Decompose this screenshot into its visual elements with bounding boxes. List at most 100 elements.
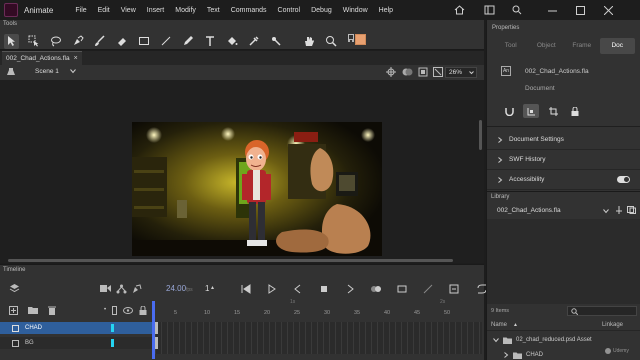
maximize-icon[interactable] xyxy=(572,3,588,17)
edit-multiple-frames-icon[interactable] xyxy=(132,284,142,294)
edit-frames-icon[interactable] xyxy=(396,283,408,295)
menu-view[interactable]: View xyxy=(121,7,136,14)
brush-tool-icon[interactable] xyxy=(92,34,107,49)
highlight-dot-icon[interactable]: • xyxy=(104,307,106,313)
chevron-right-icon[interactable] xyxy=(497,136,503,143)
layer-row[interactable]: CHAD xyxy=(0,322,152,334)
tab-doc[interactable]: Doc xyxy=(599,38,635,54)
library-search[interactable] xyxy=(567,306,637,316)
library-column-linkage[interactable]: Linkage xyxy=(602,322,623,328)
tab-tool[interactable]: Tool xyxy=(493,38,529,54)
camera-tool-icon[interactable] xyxy=(100,284,111,293)
new-layer-icon[interactable] xyxy=(9,305,18,315)
paint-bucket-tool-icon[interactable] xyxy=(224,34,239,49)
chevron-right-icon[interactable] xyxy=(497,176,503,183)
chevron-down-icon[interactable] xyxy=(70,68,76,74)
insert-keyframe-icon[interactable] xyxy=(266,283,278,295)
close-icon[interactable] xyxy=(600,3,616,17)
menu-window[interactable]: Window xyxy=(343,7,368,14)
stage-vertical-scrollbar[interactable] xyxy=(479,120,482,150)
chevron-down-icon[interactable] xyxy=(493,337,499,343)
eye-icon[interactable] xyxy=(123,306,134,314)
new-folder-icon[interactable] xyxy=(28,306,38,314)
layer-parenting-icon[interactable] xyxy=(116,284,127,294)
step-back-icon[interactable] xyxy=(292,283,304,295)
search-help-icon[interactable] xyxy=(510,3,524,17)
subselection-tool-icon[interactable] xyxy=(26,34,41,49)
camera-icon[interactable] xyxy=(402,67,413,77)
eraser-tool-icon[interactable] xyxy=(114,34,129,49)
text-tool-icon[interactable] xyxy=(202,34,217,49)
sort-up-icon[interactable]: ▲ xyxy=(513,322,518,328)
stroke-fill-swatch[interactable] xyxy=(346,31,368,49)
pin-icon[interactable] xyxy=(615,206,623,214)
chevron-right-icon[interactable] xyxy=(503,352,509,358)
stroke-color-icon[interactable] xyxy=(348,34,354,40)
delete-layer-icon[interactable] xyxy=(48,306,56,315)
center-stage-icon[interactable] xyxy=(386,67,396,77)
menu-insert[interactable]: Insert xyxy=(147,7,165,14)
magnet-icon[interactable] xyxy=(501,104,517,118)
menu-help[interactable]: Help xyxy=(379,7,393,14)
menu-debug[interactable]: Debug xyxy=(311,7,332,14)
accessibility-toggle[interactable] xyxy=(617,176,630,183)
menu-control[interactable]: Control xyxy=(278,7,301,14)
outline-toggle-icon[interactable] xyxy=(112,305,118,315)
tab-frame[interactable]: Frame xyxy=(564,38,600,54)
tab-object[interactable]: Object xyxy=(529,38,565,54)
onion-skin-icon[interactable] xyxy=(370,283,382,295)
zoom-field[interactable]: 26% xyxy=(445,67,477,78)
home-icon[interactable] xyxy=(452,3,466,17)
stage-horizontal-scrollbar[interactable] xyxy=(8,259,453,262)
lock-icon[interactable] xyxy=(139,305,147,315)
eyedropper-tool-icon[interactable] xyxy=(246,34,261,49)
new-library-panel-icon[interactable] xyxy=(627,206,636,214)
line-tool-icon[interactable] xyxy=(158,34,173,49)
stop-icon[interactable] xyxy=(318,283,330,295)
workspace-layout-icon[interactable] xyxy=(482,3,496,17)
selection-tool-icon[interactable] xyxy=(4,33,19,49)
current-frame[interactable]: 1 xyxy=(205,284,209,293)
frames-area[interactable] xyxy=(155,322,482,354)
keyframe[interactable] xyxy=(155,337,158,349)
crop-icon[interactable] xyxy=(545,104,561,118)
bone-tool-icon[interactable] xyxy=(268,34,283,49)
menu-edit[interactable]: Edit xyxy=(98,7,110,14)
keyframe[interactable] xyxy=(155,322,158,334)
fit-stage-icon[interactable] xyxy=(433,67,443,77)
fill-color-swatch[interactable] xyxy=(355,34,366,45)
document-tab[interactable]: 002_Chad_Actions.fla × xyxy=(2,51,82,65)
menu-modify[interactable]: Modify xyxy=(175,7,196,14)
lasso-tool-icon[interactable] xyxy=(48,34,63,49)
insert-frame-icon[interactable] xyxy=(448,283,460,295)
section-swf-history[interactable]: SWF History xyxy=(487,150,640,170)
menu-text[interactable]: Text xyxy=(207,7,220,14)
chevron-down-icon[interactable] xyxy=(603,208,609,214)
stage-canvas[interactable] xyxy=(132,122,382,256)
pen-tool-icon[interactable] xyxy=(70,34,85,49)
snap-to-pixel-icon[interactable] xyxy=(523,104,539,118)
rectangle-tool-icon[interactable] xyxy=(136,34,151,49)
library-file-select[interactable]: 002_Chad_Actions.fla xyxy=(493,205,609,216)
zoom-tool-icon[interactable] xyxy=(323,34,338,49)
clip-content-icon[interactable] xyxy=(418,67,428,77)
pencil-tool-icon[interactable] xyxy=(180,34,195,49)
lock-icon[interactable] xyxy=(567,104,583,118)
hand-tool-icon[interactable] xyxy=(301,34,316,49)
library-item[interactable]: 02_chad_reduced.psd Asset xyxy=(487,334,640,346)
tween-icon[interactable] xyxy=(422,283,434,295)
chevron-right-icon[interactable] xyxy=(497,156,503,163)
layer-row[interactable]: BG xyxy=(0,337,152,349)
section-document-settings[interactable]: Document Settings xyxy=(487,130,640,150)
close-tab-icon[interactable]: × xyxy=(74,55,78,62)
menu-file[interactable]: File xyxy=(75,7,86,14)
menu-commands[interactable]: Commands xyxy=(231,7,267,14)
minimize-icon[interactable] xyxy=(544,3,560,17)
frame-stepper-icon[interactable]: ▴ xyxy=(211,284,214,291)
step-forward-icon[interactable] xyxy=(344,283,356,295)
layers-icon[interactable] xyxy=(9,283,20,294)
go-to-first-frame-icon[interactable] xyxy=(240,283,252,295)
zoom-dropdown-icon[interactable] xyxy=(469,70,474,75)
library-column-name[interactable]: Name xyxy=(491,322,507,328)
fps-value[interactable]: 24.00 xyxy=(166,284,186,293)
